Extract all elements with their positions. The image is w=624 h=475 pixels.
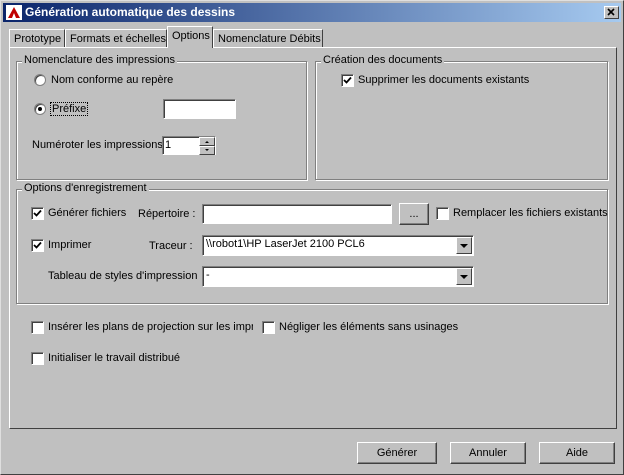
tab-prototype[interactable]: Prototype xyxy=(9,29,65,47)
arrow-down-icon xyxy=(205,149,209,151)
print-styles-dropdown-button[interactable] xyxy=(456,268,472,285)
browse-button[interactable]: ... xyxy=(399,203,429,225)
tab-options[interactable]: Options xyxy=(167,26,213,48)
arrow-up-icon xyxy=(205,141,209,143)
generate-files-checkbox[interactable] xyxy=(31,207,44,220)
cancel-button[interactable]: Annuler xyxy=(450,442,526,464)
print-styles-label: Tableau de styles d'impression xyxy=(48,270,198,282)
radio-selected-dot xyxy=(38,107,42,111)
radio-prefix-label: Préfixe xyxy=(50,102,89,116)
save-options-legend: Options d'enregistrement xyxy=(22,182,149,194)
insert-planes-checkbox[interactable] xyxy=(31,321,44,334)
check-mark-icon xyxy=(33,209,42,217)
radio-prefix[interactable] xyxy=(34,103,46,115)
creation-legend: Création des documents xyxy=(321,54,445,66)
help-button[interactable]: Aide xyxy=(539,442,615,464)
window-title: Génération automatique des dessins xyxy=(25,5,236,19)
tab-formats[interactable]: Formats et échelles xyxy=(65,29,167,47)
plotter-value: \\robot1\HP LaserJet 2100 PCL6 xyxy=(206,238,365,250)
chevron-down-icon xyxy=(460,244,468,248)
generate-button[interactable]: Générer xyxy=(357,442,437,464)
print-checkbox[interactable] xyxy=(31,239,44,252)
directory-input[interactable] xyxy=(202,204,392,224)
init-distributed-checkbox[interactable] xyxy=(31,352,44,365)
number-prints-value: 1 xyxy=(165,139,172,151)
chevron-down-icon xyxy=(460,275,468,279)
app-logo-icon xyxy=(6,5,22,20)
insert-planes-label: Insérer les plans de projection sur les … xyxy=(48,321,253,333)
close-icon xyxy=(607,8,615,16)
plotter-dropdown-button[interactable] xyxy=(456,237,472,254)
replace-files-checkbox[interactable] xyxy=(436,207,449,220)
delete-documents-label: Supprimer les documents existants xyxy=(358,74,530,86)
ignore-elements-label: Négliger les éléments sans usinages xyxy=(279,321,459,333)
replace-files-label: Remplacer les fichiers existants xyxy=(453,207,608,219)
init-distributed-label: Initialiser le travail distribué xyxy=(48,352,181,364)
delete-documents-checkbox[interactable] xyxy=(341,74,354,87)
print-styles-value: - xyxy=(206,269,210,281)
check-mark-icon xyxy=(343,76,352,84)
close-button[interactable] xyxy=(604,6,619,19)
print-label: Imprimer xyxy=(48,239,92,251)
tab-nomenclature-debits[interactable]: Nomenclature Débits xyxy=(213,29,323,47)
spin-up-button[interactable] xyxy=(199,137,215,146)
ignore-elements-checkbox[interactable] xyxy=(262,321,275,334)
plotter-label: Traceur : xyxy=(149,240,193,252)
prefix-input[interactable] xyxy=(163,99,236,119)
directory-label: Répertoire : xyxy=(138,208,196,220)
plotter-select[interactable]: \\robot1\HP LaserJet 2100 PCL6 xyxy=(202,235,474,256)
print-styles-select[interactable]: - xyxy=(202,266,474,287)
check-mark-icon xyxy=(33,241,42,249)
spin-down-button[interactable] xyxy=(199,146,215,155)
radio-name-conform[interactable] xyxy=(34,74,46,86)
nomenclature-legend: Nomenclature des impressions xyxy=(22,54,178,66)
generate-files-label: Générer fichiers xyxy=(48,207,127,219)
number-prints-label: Numéroter les impressions xyxy=(32,139,163,151)
dialog-window: Génération automatique des dessins Proto… xyxy=(0,0,624,475)
title-bar[interactable]: Génération automatique des dessins xyxy=(3,3,621,22)
radio-name-conform-label: Nom conforme au repère xyxy=(51,74,174,86)
